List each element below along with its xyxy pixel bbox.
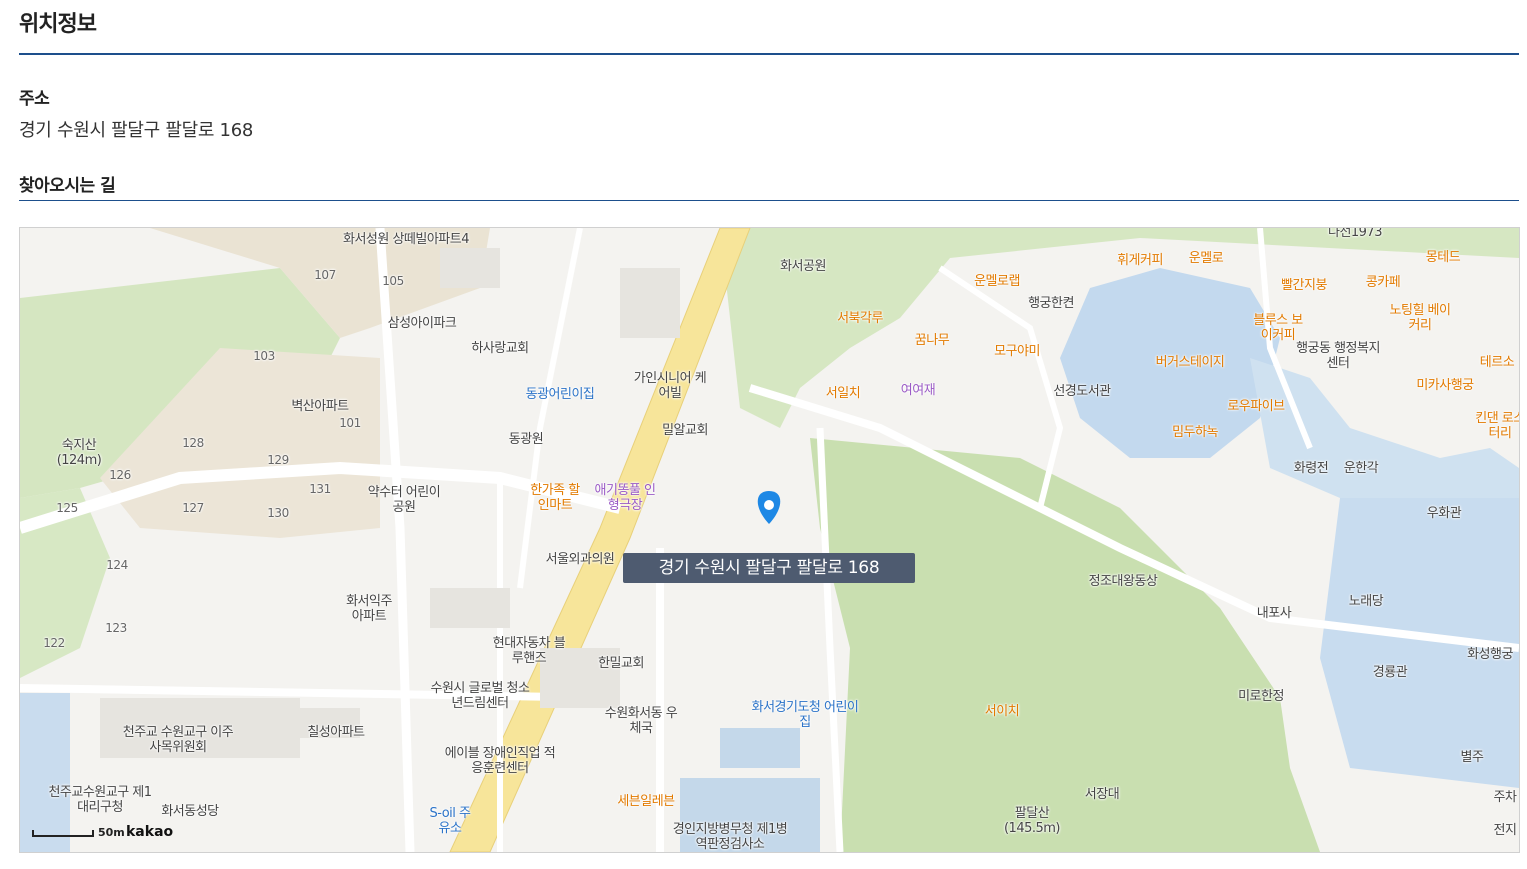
address-value: 경기 수원시 팔달구 팔달로 168 [19, 120, 254, 141]
poi-label[interactable]: 현대자동차 블루핸즈 [489, 636, 569, 666]
poi-label[interactable]: 서북각루 [837, 311, 883, 326]
poi-label[interactable]: 애기똥풀 인형극장 [592, 483, 658, 513]
poi-label[interactable]: 행궁동 행정복지센터 [1293, 341, 1383, 371]
poi-label: 131 [309, 482, 331, 496]
poi-label[interactable]: 여여재 [901, 383, 936, 398]
poi-label: 125 [56, 501, 78, 515]
poi-label[interactable]: 칠성아파트 [307, 725, 365, 740]
poi-label[interactable]: 빨간지붕 [1281, 278, 1327, 293]
poi-label[interactable]: 테르소 [1480, 355, 1515, 370]
poi-label[interactable]: 약수터 어린이공원 [364, 485, 444, 515]
poi-label[interactable]: 동광원 [509, 432, 544, 447]
poi-label[interactable]: S-oil 주유소 [428, 806, 472, 836]
poi-label[interactable]: 미카사행궁 [1416, 378, 1474, 393]
poi-label[interactable]: 운한각 [1344, 461, 1379, 476]
poi-label[interactable]: 서이치 [985, 704, 1020, 719]
poi-label[interactable]: 에이블 장애인직업 적응훈련센터 [440, 746, 560, 776]
location-marker-label[interactable]: 경기 수원시 팔달구 팔달로 168 [623, 553, 915, 583]
poi-label: 107 [314, 268, 336, 282]
poi-label[interactable]: 운멜로랩 [974, 274, 1020, 289]
poi-label: 101 [339, 416, 361, 430]
poi-label[interactable]: 화서동성당 [161, 804, 219, 819]
poi-label: 129 [267, 453, 289, 467]
poi-label[interactable]: 노팅힐 베이커리 [1385, 303, 1455, 333]
poi-label[interactable]: 화서익주 아파트 [339, 594, 399, 624]
poi-label[interactable]: 주차 [1494, 790, 1517, 805]
poi-label[interactable]: 수원화서동 우체국 [601, 706, 681, 736]
poi-label[interactable]: 꿈나무 [915, 333, 950, 348]
poi-label[interactable]: 서일치 [826, 386, 861, 401]
poi-label[interactable]: 화서공원 [780, 259, 826, 274]
poi-label[interactable]: 경인지방병무청 제1병역판정검사소 [670, 822, 790, 852]
poi-label[interactable]: 서울외과의원 [546, 552, 615, 567]
kakao-logo[interactable]: kakao [126, 824, 173, 840]
poi-label[interactable]: 하사랑교회 [471, 341, 529, 356]
poi-label[interactable]: 정조대왕동상 [1089, 574, 1158, 589]
poi-label[interactable]: 한가족 할인마트 [525, 483, 585, 513]
poi-label: 127 [182, 501, 204, 515]
poi-label: 126 [109, 468, 131, 482]
poi-label[interactable]: 밀알교회 [662, 423, 708, 438]
poi-label[interactable]: 화령전 [1294, 461, 1329, 476]
poi-label[interactable]: 벽산아파트 [291, 399, 349, 414]
poi-label[interactable]: 화서경기도청 어린이집 [750, 700, 860, 730]
poi-label: 122 [43, 636, 65, 650]
poi-label[interactable]: 밈두하녹 [1172, 425, 1218, 440]
poi-label[interactable]: 경룡관 [1373, 665, 1408, 680]
poi-label[interactable]: 행궁한켠 [1028, 296, 1074, 311]
poi-label[interactable]: 동광어린이집 [526, 387, 595, 402]
page-title: 위치정보 [19, 12, 97, 37]
directions-label: 찾아오시는 길 [19, 176, 116, 196]
poi-label[interactable]: 내포사 [1257, 606, 1292, 621]
poi-label[interactable]: 킨댄 로스터리 [1475, 411, 1519, 441]
poi-label[interactable]: 수원시 글로벌 청소년드림센터 [425, 681, 535, 711]
poi-label[interactable]: 숙지산 (124m) [49, 438, 109, 468]
poi-label: 130 [267, 506, 289, 520]
poi-label: 124 [106, 558, 128, 572]
poi-label[interactable]: 로우파이브 [1227, 399, 1285, 414]
scale-text: 50m [98, 826, 125, 839]
poi-label: 123 [105, 621, 127, 635]
poi-label: 103 [253, 349, 275, 363]
poi-label[interactable]: 세븐일레븐 [617, 794, 675, 809]
address-label: 주소 [19, 89, 50, 109]
poi-label[interactable]: 콩카페 [1366, 275, 1401, 290]
poi-label[interactable]: 별주 [1461, 750, 1484, 765]
poi-label[interactable]: 화성행궁 [1467, 647, 1513, 662]
poi-label[interactable]: 팔달산 (145.5m) [997, 806, 1067, 836]
poi-label[interactable]: 노래당 [1349, 594, 1384, 609]
poi-label[interactable]: 우화관 [1427, 506, 1462, 521]
directions-divider [19, 200, 1519, 201]
poi-label[interactable]: 선경도서관 [1053, 384, 1111, 399]
poi-label[interactable]: 운멜로 [1189, 251, 1224, 266]
poi-label[interactable]: 몽테드 [1426, 250, 1461, 265]
map-scale: 50m [32, 826, 125, 839]
kakao-map[interactable]: 화서성원 상떼빌아파트4 107 105 삼성아이파크 하사랑교회 103 벽산… [19, 227, 1520, 853]
poi-label[interactable]: 한밀교회 [598, 656, 644, 671]
scale-bar-icon [32, 829, 94, 837]
poi-label[interactable]: 화서성원 상떼빌아파트4 [343, 232, 470, 247]
poi-label: 105 [382, 274, 404, 288]
poi-label[interactable]: 가인시니어 케어빌 [630, 371, 710, 401]
poi-label[interactable]: 버거스테이지 [1156, 355, 1225, 370]
poi-label[interactable]: 미로한정 [1238, 689, 1284, 704]
poi-label[interactable]: 천주교 수원교구 이주사목위원회 [118, 725, 238, 755]
title-divider [19, 53, 1519, 55]
poi-label[interactable]: 휘게커피 [1117, 253, 1163, 268]
poi-label[interactable]: 모구야미 [994, 344, 1040, 359]
poi-label[interactable]: 전지 [1494, 823, 1517, 838]
poi-label[interactable]: 삼성아이파크 [388, 316, 457, 331]
poi-label[interactable]: 서장대 [1085, 787, 1120, 802]
poi-label[interactable]: 블루스 보이커피 [1248, 313, 1308, 343]
poi-label[interactable]: 나선1973 [1328, 228, 1383, 240]
poi-label: 128 [182, 436, 204, 450]
poi-label[interactable]: 천주교수원교구 제1대리구청 [45, 785, 155, 815]
